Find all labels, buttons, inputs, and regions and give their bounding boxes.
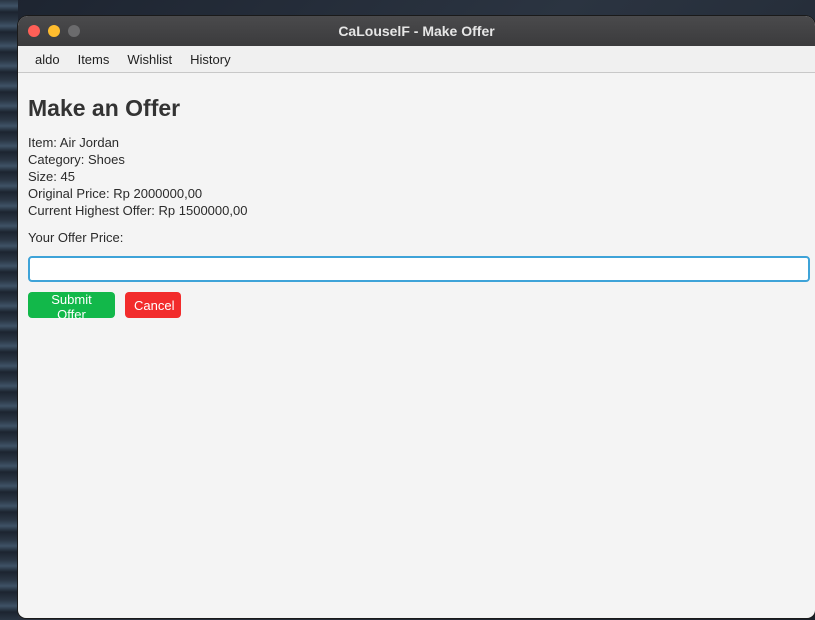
menu-bar: aldo Items Wishlist History xyxy=(18,46,815,73)
item-name: Item: Air Jordan xyxy=(28,135,120,150)
item-size: Size: 45 xyxy=(28,169,75,184)
submit-offer-button[interactable]: Submit Offer xyxy=(28,292,115,322)
item-original-price: Original Price: Rp 2000000,00 xyxy=(28,186,203,201)
window-controls xyxy=(28,25,80,37)
item-category: Category: Shoes xyxy=(28,152,125,167)
minimize-window-button[interactable] xyxy=(48,25,60,37)
desktop-background xyxy=(0,0,18,620)
item-current-highest-offer: Current Highest Offer: Rp 1500000,00 xyxy=(28,203,248,218)
action-buttons: Submit Offer Cancel xyxy=(28,292,805,322)
menu-item-user[interactable]: aldo xyxy=(26,49,69,70)
offer-price-input[interactable] xyxy=(28,256,810,282)
menu-item-wishlist[interactable]: Wishlist xyxy=(118,49,181,70)
menu-item-history[interactable]: History xyxy=(181,49,239,70)
title-bar[interactable]: CaLouselF - Make Offer xyxy=(18,16,815,46)
menu-item-items[interactable]: Items xyxy=(69,49,119,70)
make-offer-window: CaLouselF - Make Offer aldo Items Wishli… xyxy=(18,16,815,618)
cancel-button[interactable]: Cancel xyxy=(125,292,181,318)
maximize-window-button[interactable] xyxy=(68,25,80,37)
window-title: CaLouselF - Make Offer xyxy=(338,23,495,39)
offer-price-label: Your Offer Price: xyxy=(28,230,124,245)
close-window-button[interactable] xyxy=(28,25,40,37)
offer-form: Make an Offer Item: Air Jordan Category:… xyxy=(18,95,815,322)
page-title: Make an Offer xyxy=(28,95,181,121)
